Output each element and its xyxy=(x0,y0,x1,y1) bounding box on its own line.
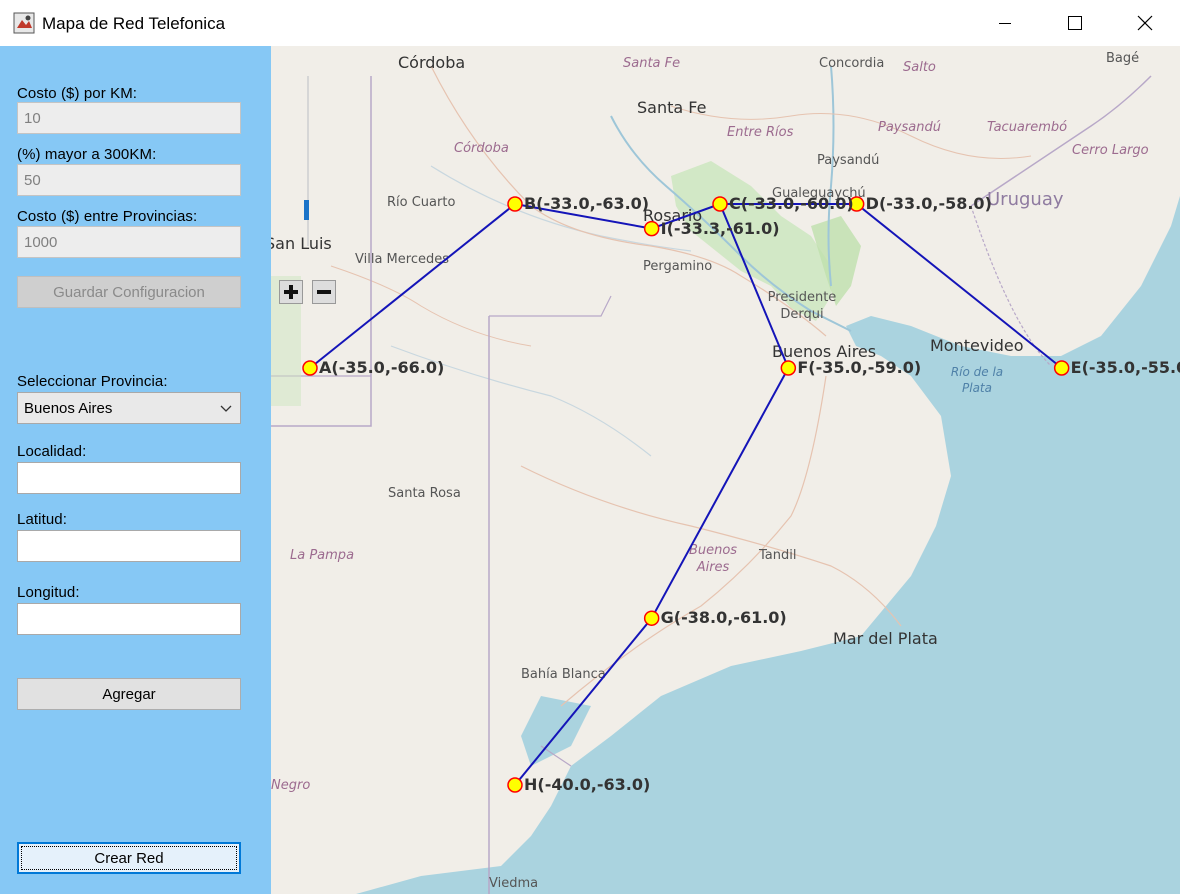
guardar-configuracion-button[interactable]: Guardar Configuracion xyxy=(17,276,241,308)
node-label-b: B(-33.0,-63.0) xyxy=(523,194,650,213)
close-icon xyxy=(1137,15,1153,31)
network-node-i[interactable] xyxy=(643,220,660,237)
costo-km-label: Costo ($) por KM: xyxy=(17,85,138,102)
network-edge-a-b xyxy=(309,203,516,369)
network-node-f[interactable] xyxy=(780,360,797,376)
zoom-in-button[interactable] xyxy=(279,280,303,304)
latitud-field[interactable] xyxy=(17,530,241,562)
sidebar-panel: Costo ($) por KM: (%) mayor a 300KM: Cos… xyxy=(0,46,271,894)
node-label-e: E(-35.0,-55.0 xyxy=(1070,358,1180,377)
localidad-field[interactable] xyxy=(17,462,241,494)
node-label-d: D(-33.0,-58.0) xyxy=(865,194,992,213)
porcentaje-field[interactable] xyxy=(17,164,241,196)
node-label-g: G(-38.0,-61.0) xyxy=(660,608,787,628)
node-label-f: F(-35.0,-59.0) xyxy=(797,358,922,377)
zoom-slider-thumb[interactable] xyxy=(304,200,309,220)
title-bar: Mapa de Red Telefonica xyxy=(0,0,1180,46)
minimize-button[interactable] xyxy=(970,0,1040,46)
plus-icon xyxy=(284,285,298,299)
network-node-b[interactable] xyxy=(507,196,523,212)
focus-ring xyxy=(21,846,237,870)
node-label-c: C(-33.0,-60.0) xyxy=(728,194,854,213)
localidad-label: Localidad: xyxy=(17,443,87,460)
provincia-select[interactable]: Buenos Aires xyxy=(17,392,241,424)
node-label-a: A(-35.0,-66.0) xyxy=(319,358,445,377)
provincia-label: Seleccionar Provincia: xyxy=(17,373,168,390)
minus-icon xyxy=(317,290,331,294)
map-view[interactable]: Córdoba Santa Fe Concordia Salto Bagé Sa… xyxy=(271,46,1180,894)
costo-provincias-label: Costo ($) entre Provincias: xyxy=(17,208,198,225)
porcentaje-label: (%) mayor a 300KM: xyxy=(17,146,157,163)
minimize-icon xyxy=(999,23,1011,24)
longitud-field[interactable] xyxy=(17,603,241,635)
zoom-slider-track[interactable] xyxy=(307,76,309,246)
network-node-g[interactable] xyxy=(643,610,660,626)
network-overlay xyxy=(302,196,1070,793)
network-node-a[interactable] xyxy=(302,360,318,376)
network-node-e[interactable] xyxy=(1053,360,1070,376)
provincia-selected-value: Buenos Aires xyxy=(24,399,113,417)
network-edge-f-g xyxy=(650,367,790,619)
maximize-button[interactable] xyxy=(1040,0,1110,46)
zoom-out-button[interactable] xyxy=(312,280,336,304)
network-node-c[interactable] xyxy=(712,196,728,212)
network-node-h[interactable] xyxy=(507,777,523,793)
agregar-button[interactable]: Agregar xyxy=(17,678,241,710)
costo-provincias-field[interactable] xyxy=(17,226,241,258)
latitud-label: Latitud: xyxy=(17,511,68,528)
node-label-h: H(-40.0,-63.0) xyxy=(523,775,651,794)
crear-red-button[interactable]: Crear Red xyxy=(17,842,241,874)
longitud-label: Longitud: xyxy=(17,584,80,601)
java-app-icon xyxy=(13,12,35,34)
network-edge-g-h xyxy=(514,617,653,786)
costo-km-field[interactable] xyxy=(17,102,241,134)
window-title: Mapa de Red Telefonica xyxy=(42,14,226,33)
close-button[interactable] xyxy=(1110,0,1180,46)
maximize-icon xyxy=(1068,16,1082,30)
node-label-i: I(-33.3,-61.0) xyxy=(660,218,780,238)
chevron-down-icon xyxy=(220,405,232,412)
network-edge-d-e xyxy=(856,203,1063,369)
